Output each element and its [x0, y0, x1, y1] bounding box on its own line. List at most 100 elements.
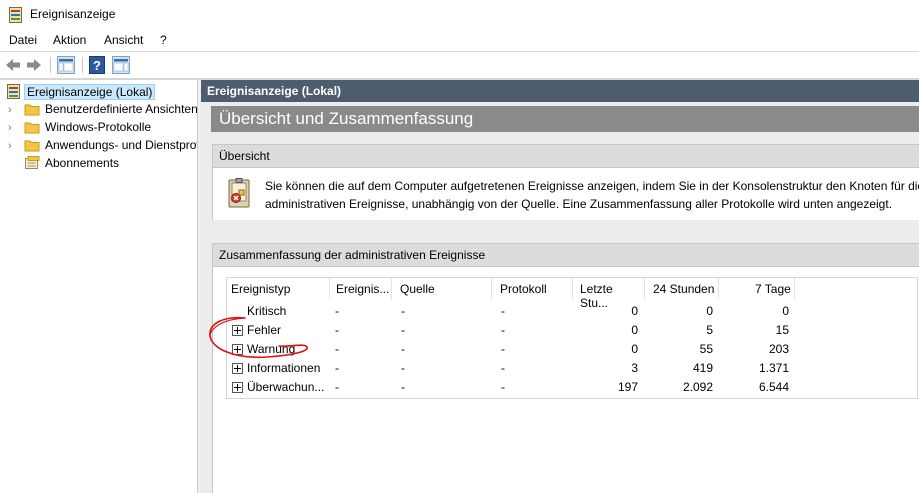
help-icon[interactable]: ?	[89, 56, 107, 74]
cell-7-days: 1.371	[758, 361, 789, 375]
column-header-event-id[interactable]: Ereignis...	[330, 278, 392, 300]
expand-plus-icon[interactable]	[232, 344, 243, 355]
tree-item-subscriptions[interactable]: Abonnements	[0, 155, 197, 173]
pane-header: Ereignisanzeige (Lokal)	[201, 80, 919, 102]
menu-item-ansicht[interactable]: Ansicht	[104, 33, 143, 47]
column-header-7-days[interactable]: 7 Tage	[719, 278, 795, 300]
cell-7-days: 203	[768, 342, 789, 356]
cell-7-days: 0	[782, 304, 789, 318]
cell-last-hour: 0	[631, 342, 638, 356]
cell-log: -	[501, 304, 505, 318]
menu-item-help[interactable]: ?	[160, 33, 167, 47]
overview-text-line: Sie können die auf dem Computer aufgetre…	[265, 179, 919, 193]
menu-item-datei[interactable]: Datei	[9, 33, 37, 47]
table-row[interactable]: Überwachun... - - - 197 2.092 6.544	[227, 378, 797, 397]
cell-24-hours: 2.092	[682, 380, 713, 394]
cell-event-type: Überwachun...	[247, 380, 325, 394]
cell-log: -	[501, 342, 505, 356]
table-row[interactable]: Warnung - - - 0 55 203	[227, 340, 797, 359]
tree-item-root[interactable]: Ereignisanzeige (Lokal)	[0, 83, 197, 101]
table-row[interactable]: Fehler - - - 0 5 15	[227, 321, 797, 340]
subscriptions-icon	[25, 156, 40, 169]
cell-last-hour: 0	[631, 304, 638, 318]
tree-item-label: Ereignisanzeige (Lokal)	[24, 84, 156, 100]
event-viewer-icon	[7, 84, 20, 99]
cell-event-type: Fehler	[247, 323, 282, 337]
cell-source: -	[401, 304, 405, 318]
console-tree: Ereignisanzeige (Lokal) › Benutzerdefini…	[0, 80, 198, 493]
page-title: Übersicht und Zusammenfassung	[219, 109, 474, 128]
cell-event-id: -	[335, 380, 339, 394]
overview-text-line: administrativen Ereignisse, unabhängig v…	[265, 197, 893, 211]
cell-last-hour: 3	[631, 361, 638, 375]
column-header-24-hours[interactable]: 24 Stunden	[645, 278, 719, 300]
cell-event-type: Warnung	[247, 342, 296, 356]
toolbar: ?	[0, 51, 919, 78]
folder-icon	[24, 122, 40, 134]
cell-event-id: -	[335, 304, 339, 318]
tree-item-label: Benutzerdefinierte Ansichten	[45, 102, 197, 116]
cell-last-hour: 197	[617, 380, 638, 394]
action-pane-icon[interactable]	[112, 56, 130, 74]
event-viewer-app-icon	[9, 7, 22, 23]
expand-plus-icon[interactable]	[232, 363, 243, 374]
overview-description: Sie können die auf dem Computer aufgetre…	[265, 177, 919, 213]
title-bar: Ereignisanzeige	[0, 0, 919, 30]
tree-item-label: Windows-Protokolle	[45, 120, 152, 134]
expand-plus-icon[interactable]	[232, 325, 243, 336]
menu-bar: Datei Aktion Ansicht ?	[0, 30, 919, 50]
folder-icon	[24, 140, 40, 152]
cell-source: -	[401, 380, 405, 394]
cell-24-hours: 5	[706, 323, 713, 337]
tree-item-windows-logs[interactable]: › Windows-Protokolle	[0, 119, 197, 137]
column-header-last-hour[interactable]: Letzte Stu...	[573, 278, 645, 310]
cell-event-type: Kritisch	[247, 304, 287, 318]
svg-text:?: ?	[93, 58, 101, 73]
console-tree-icon[interactable]	[57, 56, 75, 74]
tree-item-app-service-logs[interactable]: › Anwendungs- und Dienstprotokolle	[0, 137, 197, 155]
table-header: Ereignistyp Ereignis... Quelle Protokoll…	[227, 278, 797, 310]
content-pane: Ereignisanzeige (Lokal) Übersicht und Zu…	[201, 80, 919, 493]
cell-log: -	[501, 323, 505, 337]
event-log-info-icon	[228, 178, 250, 208]
menu-item-aktion[interactable]: Aktion	[53, 33, 86, 47]
cell-24-hours: 55	[699, 342, 713, 356]
cell-24-hours: 419	[692, 361, 713, 375]
cell-event-id: -	[335, 342, 339, 356]
overview-heading: Übersicht	[219, 149, 270, 163]
column-header-log[interactable]: Protokoll	[492, 278, 573, 300]
summary-table: Ereignistyp Ereignis... Quelle Protokoll…	[226, 277, 918, 399]
cell-source: -	[401, 323, 405, 337]
expand-plus-icon[interactable]	[232, 382, 243, 393]
table-row[interactable]: Informationen - - - 3 419 1.371	[227, 359, 797, 378]
cell-source: -	[401, 361, 405, 375]
summary-section-header[interactable]: Zusammenfassung der administrativen Erei…	[212, 243, 919, 267]
overview-section-body: Sie können die auf dem Computer aufgetre…	[212, 168, 919, 220]
folder-icon	[24, 104, 40, 116]
chevron-right-icon[interactable]: ›	[8, 104, 18, 116]
chevron-right-icon[interactable]: ›	[8, 122, 18, 134]
cell-24-hours: 0	[706, 304, 713, 318]
cell-7-days: 15	[775, 323, 789, 337]
column-header-event-type[interactable]: Ereignistyp	[227, 278, 330, 300]
page-title-bar: Übersicht und Zusammenfassung	[211, 106, 919, 132]
summary-section-body: Ereignistyp Ereignis... Quelle Protokoll…	[212, 267, 919, 493]
tree-item-label: Abonnements	[45, 156, 120, 170]
chevron-right-icon[interactable]: ›	[8, 140, 18, 152]
forward-arrow-icon[interactable]	[25, 56, 43, 74]
toolbar-separator	[50, 57, 51, 73]
column-header-source[interactable]: Quelle	[392, 278, 492, 300]
back-arrow-icon[interactable]	[4, 56, 22, 74]
tree-item-custom-views[interactable]: › Benutzerdefinierte Ansichten	[0, 101, 197, 119]
overview-section-header[interactable]: Übersicht	[212, 144, 919, 168]
pane-header-label: Ereignisanzeige (Lokal)	[207, 84, 342, 98]
cell-last-hour: 0	[631, 323, 638, 337]
cell-event-id: -	[335, 323, 339, 337]
toolbar-separator	[82, 57, 83, 73]
cell-log: -	[501, 380, 505, 394]
cell-7-days: 6.544	[758, 380, 789, 394]
table-row[interactable]: Kritisch - - - 0 0 0	[227, 302, 797, 321]
summary-heading: Zusammenfassung der administrativen Erei…	[219, 248, 486, 262]
window-title: Ereignisanzeige	[30, 7, 116, 21]
cell-log: -	[501, 361, 505, 375]
